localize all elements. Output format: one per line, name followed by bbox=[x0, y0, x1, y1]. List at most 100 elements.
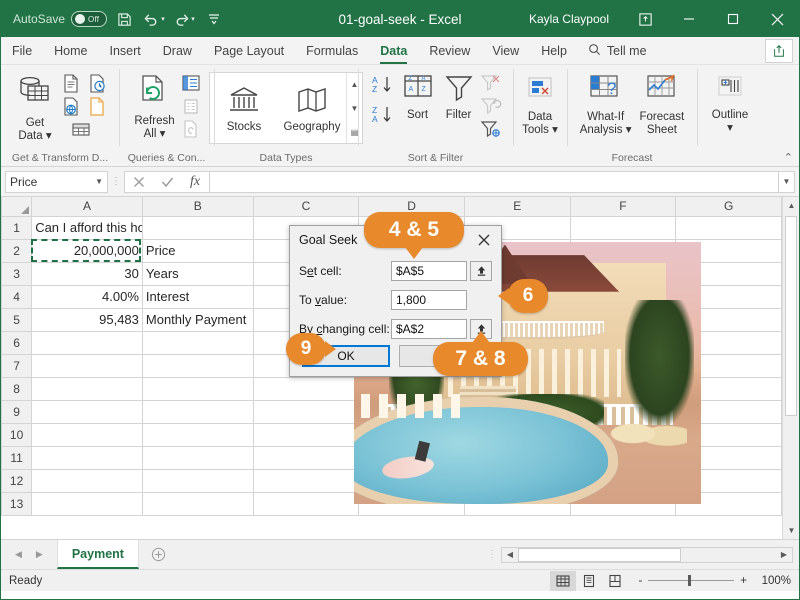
select-all-corner[interactable] bbox=[1, 197, 33, 217]
cell-A9[interactable] bbox=[31, 399, 143, 424]
zoom-in-button[interactable]: + bbox=[740, 575, 747, 587]
clear-filter-icon[interactable] bbox=[479, 72, 503, 94]
sort-descending-icon[interactable]: ZA bbox=[371, 104, 395, 126]
existing-connections-icon[interactable] bbox=[85, 95, 109, 117]
add-sheet-icon[interactable] bbox=[139, 540, 178, 569]
cell-C13[interactable] bbox=[252, 491, 360, 516]
recent-sources-icon[interactable] bbox=[85, 72, 109, 94]
cell-A3[interactable]: 30 bbox=[31, 261, 143, 286]
formula-input[interactable] bbox=[209, 170, 779, 193]
zoom-slider[interactable] bbox=[648, 575, 735, 586]
set-cell-collapse-dialog-icon[interactable] bbox=[470, 260, 492, 281]
account-name[interactable]: Kayla Claypool bbox=[529, 12, 609, 26]
tab-insert[interactable]: Insert bbox=[99, 37, 152, 64]
ribbon-display-options-icon[interactable] bbox=[623, 1, 667, 37]
geography-button[interactable]: Geography bbox=[278, 73, 346, 143]
cell-C12[interactable] bbox=[252, 468, 360, 493]
cell-B7[interactable] bbox=[141, 353, 254, 378]
cell-B12[interactable] bbox=[141, 468, 254, 493]
normal-view-icon[interactable] bbox=[550, 570, 577, 591]
cell-B8[interactable] bbox=[141, 376, 254, 401]
cell-B6[interactable] bbox=[141, 330, 254, 355]
from-table-range-icon[interactable] bbox=[69, 118, 93, 140]
previous-sheet-icon[interactable]: ◀ bbox=[15, 549, 22, 560]
formula-bar-grip[interactable]: ⋮ bbox=[108, 176, 124, 187]
forecast-sheet-button[interactable]: Forecast Sheet bbox=[636, 70, 689, 139]
vertical-scrollbar[interactable]: ▲ ▼ bbox=[782, 197, 799, 539]
cell-B4[interactable]: Interest bbox=[141, 284, 254, 309]
column-header-c[interactable]: C bbox=[252, 197, 360, 217]
row-header-9[interactable]: 9 bbox=[1, 399, 33, 424]
page-layout-view-icon[interactable] bbox=[576, 571, 602, 591]
row-header-5[interactable]: 5 bbox=[1, 307, 33, 332]
sort-button[interactable]: ZAAZ Sort bbox=[397, 70, 439, 124]
reapply-icon[interactable] bbox=[479, 95, 503, 117]
tab-file[interactable]: File bbox=[1, 37, 43, 64]
cell-B3[interactable]: Years bbox=[141, 261, 254, 286]
to-value-input[interactable]: 1,800 bbox=[391, 289, 467, 310]
collapse-ribbon-icon[interactable]: ⌃ bbox=[784, 151, 793, 164]
cell-A4[interactable]: 4.00% bbox=[31, 284, 143, 309]
cell-B10[interactable] bbox=[141, 422, 254, 447]
stocks-button[interactable]: Stocks bbox=[210, 73, 278, 143]
cell-C8[interactable] bbox=[252, 376, 360, 401]
zoom-out-button[interactable]: - bbox=[638, 575, 642, 587]
cell-B5[interactable]: Monthly Payment bbox=[141, 307, 254, 332]
column-header-b[interactable]: B bbox=[141, 197, 254, 217]
enter-icon[interactable] bbox=[153, 172, 181, 192]
row-header-7[interactable]: 7 bbox=[1, 353, 33, 378]
close-icon[interactable] bbox=[473, 229, 495, 251]
cell-A10[interactable] bbox=[31, 422, 143, 447]
column-header-f[interactable]: F bbox=[569, 197, 677, 217]
sheet-tab-payment[interactable]: Payment bbox=[56, 540, 139, 569]
name-box[interactable]: Price ▼ bbox=[5, 170, 108, 193]
get-data-button[interactable]: Get Data ▾ bbox=[11, 70, 59, 145]
zoom-slider-handle[interactable] bbox=[687, 575, 691, 586]
minimize-icon[interactable] bbox=[667, 1, 711, 37]
row-header-11[interactable]: 11 bbox=[1, 445, 33, 470]
cell-B11[interactable] bbox=[141, 445, 254, 470]
what-if-analysis-button[interactable]: ? What-If Analysis ▾ bbox=[576, 70, 636, 139]
column-header-a[interactable]: A bbox=[31, 197, 143, 217]
row-header-4[interactable]: 4 bbox=[1, 284, 33, 309]
cell-G1[interactable] bbox=[675, 215, 782, 240]
zoom-level[interactable]: 100% bbox=[753, 575, 791, 587]
tab-home[interactable]: Home bbox=[43, 37, 98, 64]
cell-A12[interactable] bbox=[31, 468, 143, 493]
horizontal-scrollbar[interactable]: ◀ ▶ bbox=[501, 546, 793, 563]
cell-B2[interactable]: Price bbox=[141, 238, 254, 263]
horizontal-scroll-thumb[interactable] bbox=[518, 547, 681, 562]
sort-ascending-icon[interactable]: AZ bbox=[371, 74, 395, 96]
tab-review[interactable]: Review bbox=[418, 37, 481, 64]
by-changing-cell-input[interactable]: $A$2 bbox=[391, 318, 467, 339]
close-icon[interactable] bbox=[755, 1, 799, 37]
outline-button[interactable]: Outline ▾ bbox=[708, 70, 752, 137]
set-cell-input[interactable]: $A$5 bbox=[391, 260, 467, 281]
row-header-1[interactable]: 1 bbox=[1, 215, 33, 240]
filter-button[interactable]: Filter bbox=[439, 70, 479, 124]
page-break-preview-icon[interactable] bbox=[602, 571, 628, 591]
cell-A6[interactable] bbox=[31, 330, 143, 355]
cell-A11[interactable] bbox=[31, 445, 143, 470]
tab-formulas[interactable]: Formulas bbox=[295, 37, 369, 64]
row-header-13[interactable]: 13 bbox=[1, 491, 33, 516]
cell-A2[interactable]: 20,000,000 bbox=[31, 238, 143, 263]
from-web-icon[interactable] bbox=[59, 95, 83, 117]
cell-B13[interactable] bbox=[141, 491, 254, 516]
row-header-2[interactable]: 2 bbox=[1, 238, 33, 263]
cell-C11[interactable] bbox=[252, 445, 360, 470]
cell-B9[interactable] bbox=[141, 399, 254, 424]
cancel-icon[interactable] bbox=[125, 172, 153, 192]
horizontal-scroll-track[interactable] bbox=[518, 547, 776, 562]
row-header-10[interactable]: 10 bbox=[1, 422, 33, 447]
cell-C9[interactable] bbox=[252, 399, 360, 424]
cell-F1[interactable] bbox=[569, 215, 677, 240]
cell-A5[interactable]: 95,483 bbox=[31, 307, 143, 332]
column-header-e[interactable]: E bbox=[463, 197, 571, 217]
chevron-down-icon[interactable]: ▼ bbox=[95, 177, 103, 186]
tab-view[interactable]: View bbox=[481, 37, 530, 64]
cell-A1[interactable]: Can I afford this house? bbox=[31, 215, 143, 240]
cell-A7[interactable] bbox=[31, 353, 143, 378]
tab-draw[interactable]: Draw bbox=[152, 37, 203, 64]
scroll-left-icon[interactable]: ◀ bbox=[502, 547, 518, 562]
